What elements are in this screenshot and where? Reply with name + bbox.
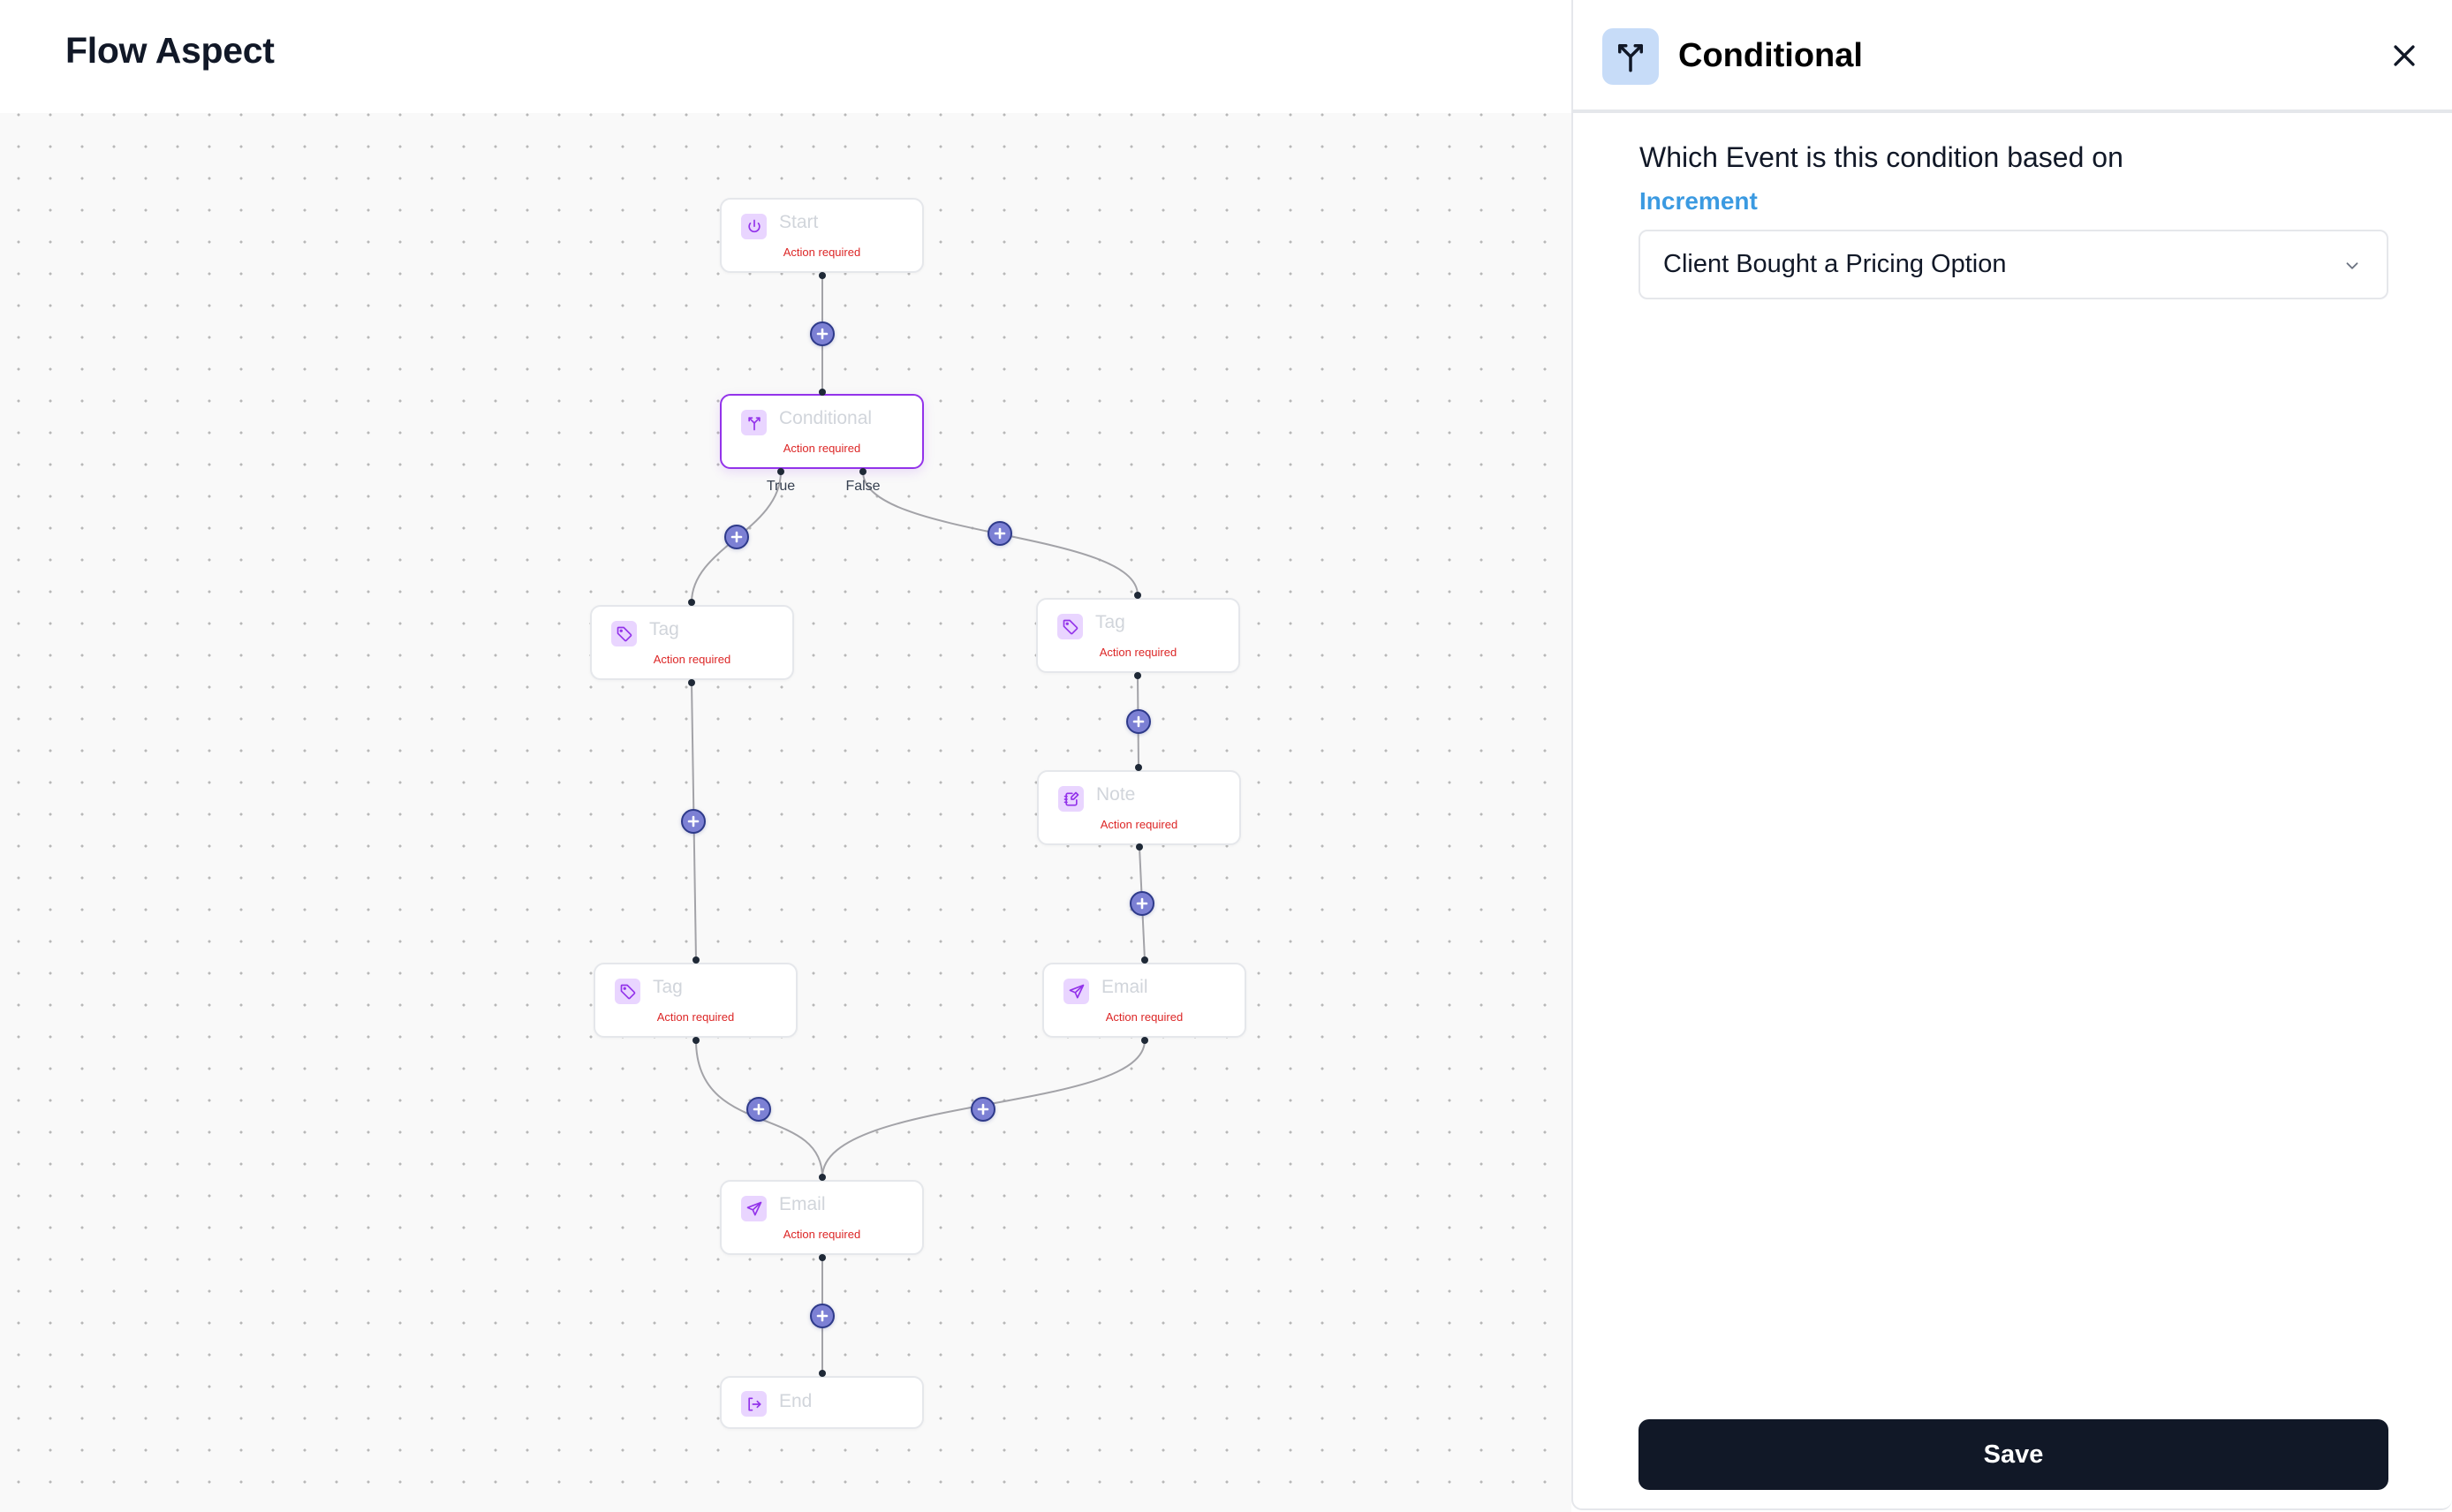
- handle-email-merge-in[interactable]: [819, 1174, 826, 1181]
- add-step-button[interactable]: [810, 321, 835, 346]
- handle-tag-true-2-in[interactable]: [692, 956, 700, 964]
- flow-canvas[interactable]: [0, 113, 1571, 1512]
- add-step-button[interactable]: [746, 1097, 771, 1122]
- panel-title: Conditional: [1678, 37, 1863, 74]
- exit-icon: [741, 1391, 767, 1417]
- plus-icon: [1132, 715, 1145, 728]
- conditional-settings-panel: Conditional Which Event is this conditio…: [1571, 0, 2452, 1510]
- node-status: Action required: [783, 246, 861, 259]
- handle-note-in[interactable]: [1135, 764, 1142, 771]
- node-conditional[interactable]: Conditional Action required: [720, 394, 924, 469]
- send-icon: [741, 1196, 767, 1221]
- node-status: Action required: [653, 653, 731, 666]
- handle-conditional-true[interactable]: [777, 468, 784, 475]
- add-step-button[interactable]: [724, 525, 749, 549]
- split-icon: [1602, 28, 1659, 85]
- node-status: Action required: [656, 1010, 735, 1024]
- node-title: Tag: [1095, 612, 1125, 632]
- plus-icon: [753, 1103, 765, 1115]
- node-email-merge[interactable]: Email Action required: [720, 1180, 924, 1255]
- plus-icon: [730, 531, 743, 543]
- increment-link[interactable]: Increment: [1639, 187, 1758, 215]
- handle-conditional-in[interactable]: [819, 389, 826, 396]
- chevron-down-icon: [2346, 262, 2358, 269]
- node-tag-true[interactable]: Tag Action required: [590, 605, 794, 680]
- node-status: Action required: [1099, 646, 1177, 659]
- close-icon: [2394, 45, 2415, 66]
- plus-icon: [687, 815, 700, 828]
- add-step-button[interactable]: [971, 1097, 995, 1122]
- node-status: Action required: [783, 442, 861, 455]
- branch-label-false: False: [845, 479, 881, 494]
- node-tag-false[interactable]: Tag Action required: [1036, 598, 1240, 673]
- tag-icon: [611, 621, 637, 646]
- node-title: Conditional: [779, 408, 873, 428]
- top-bar: Flow Aspect: [0, 0, 1571, 113]
- handle-tag-true-out[interactable]: [688, 679, 695, 686]
- handle-email-false-in[interactable]: [1141, 956, 1148, 964]
- handle-conditional-false[interactable]: [859, 468, 867, 475]
- plus-icon: [816, 328, 829, 340]
- plus-icon: [816, 1310, 829, 1322]
- node-title: Email: [779, 1194, 826, 1214]
- page-title: Flow Aspect: [65, 30, 275, 71]
- event-select[interactable]: Client Bought a Pricing Option: [1638, 230, 2388, 299]
- plus-icon: [977, 1103, 989, 1115]
- handle-tag-true-2-out[interactable]: [692, 1037, 700, 1044]
- branch-label-true: True: [766, 479, 796, 494]
- tag-icon: [1057, 614, 1083, 639]
- node-tag-true-2[interactable]: Tag Action required: [594, 963, 798, 1038]
- handle-start-out[interactable]: [819, 272, 826, 279]
- add-step-button[interactable]: [681, 809, 706, 834]
- plus-icon: [994, 527, 1006, 540]
- node-title: Email: [1101, 977, 1148, 997]
- node-title: Note: [1096, 784, 1136, 805]
- handle-email-merge-out[interactable]: [819, 1254, 826, 1261]
- event-select-value: Client Bought a Pricing Option: [1663, 250, 2007, 278]
- node-end[interactable]: End: [720, 1376, 924, 1429]
- handle-tag-false-in[interactable]: [1134, 592, 1141, 599]
- add-step-button[interactable]: [810, 1304, 835, 1328]
- node-note[interactable]: Note Action required: [1037, 770, 1241, 845]
- add-step-button[interactable]: [988, 521, 1012, 546]
- node-title: Tag: [649, 619, 679, 639]
- handle-email-false-out[interactable]: [1141, 1037, 1148, 1044]
- power-icon: [741, 214, 767, 239]
- panel-header: Conditional: [1573, 0, 2452, 113]
- node-status: Action required: [1100, 818, 1178, 831]
- node-title: Start: [779, 212, 819, 232]
- add-step-button[interactable]: [1126, 709, 1151, 734]
- send-icon: [1063, 979, 1089, 1004]
- node-start[interactable]: Start Action required: [720, 198, 924, 273]
- save-button[interactable]: Save: [1638, 1419, 2388, 1490]
- node-status: Action required: [1105, 1010, 1184, 1024]
- handle-end-in[interactable]: [819, 1370, 826, 1377]
- split-icon: [741, 410, 767, 435]
- tag-icon: [615, 979, 640, 1004]
- node-status: Action required: [783, 1228, 861, 1241]
- note-icon: [1058, 786, 1084, 812]
- plus-icon: [1136, 897, 1148, 910]
- add-step-button[interactable]: [1130, 891, 1154, 916]
- node-title: Tag: [653, 977, 683, 997]
- handle-tag-true-in[interactable]: [688, 599, 695, 606]
- event-question-label: Which Event is this condition based on: [1639, 141, 2123, 173]
- node-email-false[interactable]: Email Action required: [1042, 963, 1246, 1038]
- close-button[interactable]: [2389, 41, 2419, 71]
- node-title: End: [779, 1391, 813, 1411]
- handle-tag-false-out[interactable]: [1134, 672, 1141, 679]
- handle-note-out[interactable]: [1136, 843, 1143, 850]
